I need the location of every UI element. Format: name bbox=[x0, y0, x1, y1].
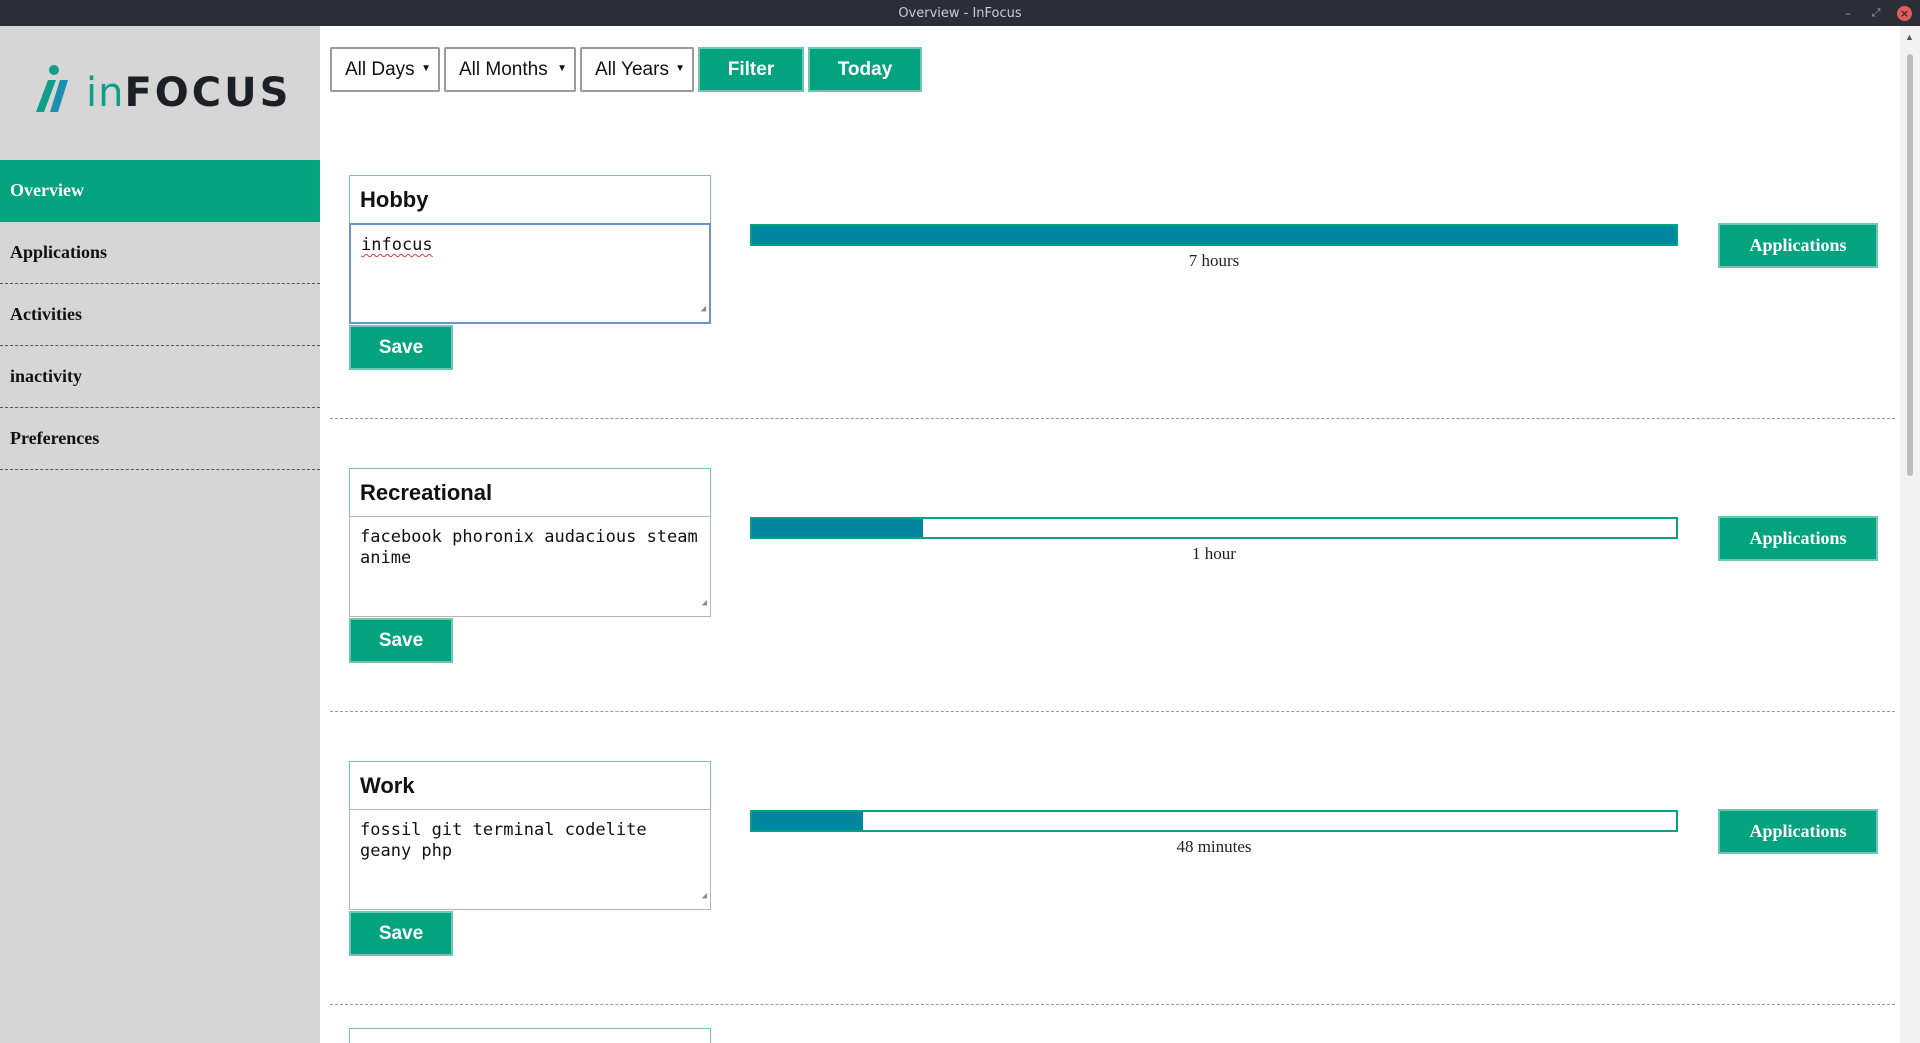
scroll-up-icon[interactable]: ▲ bbox=[1905, 32, 1914, 42]
sidebar: inFOCUS Overview Applications Activities… bbox=[0, 26, 320, 1043]
keywords-textarea[interactable]: infocus ◢ bbox=[349, 223, 711, 324]
title-bar: Overview - InFocus – ⤢ × bbox=[0, 0, 1920, 26]
minimize-icon[interactable]: – bbox=[1841, 7, 1855, 20]
infocus-logo: inFOCUS bbox=[32, 48, 302, 128]
usage-bar: 1 hour bbox=[750, 517, 1678, 564]
resize-grip-icon[interactable]: ◢ bbox=[702, 886, 707, 907]
progress-fill bbox=[752, 812, 863, 830]
category-title: Work bbox=[349, 761, 711, 809]
chevron-down-icon: ▼ bbox=[675, 63, 685, 74]
save-button[interactable]: Save bbox=[349, 911, 453, 956]
maximize-icon[interactable]: ⤢ bbox=[1869, 6, 1883, 20]
month-select[interactable]: All Months ▼ bbox=[444, 47, 576, 92]
progress-fill bbox=[752, 226, 1676, 244]
category-card: Recreational facebook phoronix audacious… bbox=[349, 468, 711, 663]
filter-button[interactable]: Filter bbox=[698, 47, 804, 92]
duration-label: 1 hour bbox=[1192, 544, 1236, 563]
applications-button[interactable]: Applications bbox=[1718, 516, 1878, 561]
resize-grip-icon[interactable]: ◢ bbox=[702, 593, 707, 614]
vertical-scrollbar[interactable]: ▲ bbox=[1900, 26, 1920, 1043]
category-title: Recreational bbox=[349, 468, 711, 516]
category-section-hobby: Hobby infocus ◢ Save 7 hours Applications bbox=[330, 126, 1895, 419]
day-select-value: All Days bbox=[345, 58, 415, 80]
duration-label: 48 minutes bbox=[1176, 837, 1252, 856]
logo-wordmark: inFOCUS bbox=[86, 70, 291, 116]
day-select[interactable]: All Days ▼ bbox=[330, 47, 440, 92]
sidebar-item-inactivity[interactable]: inactivity bbox=[0, 346, 320, 408]
chevron-down-icon: ▼ bbox=[557, 63, 567, 74]
progress-track bbox=[750, 517, 1678, 539]
sidebar-nav: Overview Applications Activities inactiv… bbox=[0, 160, 320, 470]
progress-track bbox=[750, 224, 1678, 246]
category-card: Work fossil git terminal codelite geany … bbox=[349, 761, 711, 956]
year-select[interactable]: All Years ▼ bbox=[580, 47, 694, 92]
main-content: All Days ▼ All Months ▼ All Years ▼ Filt… bbox=[320, 26, 1900, 1043]
sidebar-item-overview[interactable]: Overview bbox=[0, 160, 320, 222]
usage-bar: 7 hours bbox=[750, 224, 1678, 271]
chevron-down-icon: ▼ bbox=[421, 63, 431, 74]
today-button[interactable]: Today bbox=[808, 47, 922, 92]
progress-track bbox=[750, 810, 1678, 832]
logo-text-focus: FOCUS bbox=[124, 70, 292, 116]
category-title: Hobby bbox=[349, 175, 711, 223]
usage-bar: 48 minutes bbox=[750, 810, 1678, 857]
window-title: Overview - InFocus bbox=[898, 5, 1022, 21]
sidebar-item-applications[interactable]: Applications bbox=[0, 222, 320, 284]
keywords-textarea[interactable]: facebook phoronix audacious steam anime ◢ bbox=[349, 516, 711, 617]
keywords-text: facebook phoronix audacious steam anime bbox=[360, 527, 709, 568]
scrollbar-thumb[interactable] bbox=[1907, 54, 1913, 476]
category-card-partial bbox=[349, 1028, 711, 1043]
filter-toolbar: All Days ▼ All Months ▼ All Years ▼ Filt… bbox=[330, 47, 922, 92]
progress-fill bbox=[752, 519, 923, 537]
keywords-text: infocus bbox=[361, 235, 433, 255]
category-card: Hobby infocus ◢ Save bbox=[349, 175, 711, 370]
keywords-text: fossil git terminal codelite geany php bbox=[360, 820, 657, 861]
keywords-textarea[interactable]: fossil git terminal codelite geany php ◢ bbox=[349, 809, 711, 910]
save-button[interactable]: Save bbox=[349, 618, 453, 663]
logo-text-in: in bbox=[86, 70, 125, 116]
applications-button[interactable]: Applications bbox=[1718, 223, 1878, 268]
category-section-recreational: Recreational facebook phoronix audacious… bbox=[330, 419, 1895, 712]
sidebar-item-activities[interactable]: Activities bbox=[0, 284, 320, 346]
window-controls: – ⤢ × bbox=[1841, 0, 1912, 26]
duration-label: 7 hours bbox=[1188, 251, 1240, 270]
category-section-work: Work fossil git terminal codelite geany … bbox=[330, 712, 1895, 1005]
logo-mark-icon bbox=[36, 65, 68, 112]
month-select-value: All Months bbox=[459, 58, 548, 80]
close-icon[interactable]: × bbox=[1897, 5, 1912, 21]
sidebar-item-preferences[interactable]: Preferences bbox=[0, 408, 320, 470]
resize-grip-icon[interactable]: ◢ bbox=[701, 299, 706, 320]
applications-button[interactable]: Applications bbox=[1718, 809, 1878, 854]
save-button[interactable]: Save bbox=[349, 325, 453, 370]
year-select-value: All Years bbox=[595, 58, 669, 80]
